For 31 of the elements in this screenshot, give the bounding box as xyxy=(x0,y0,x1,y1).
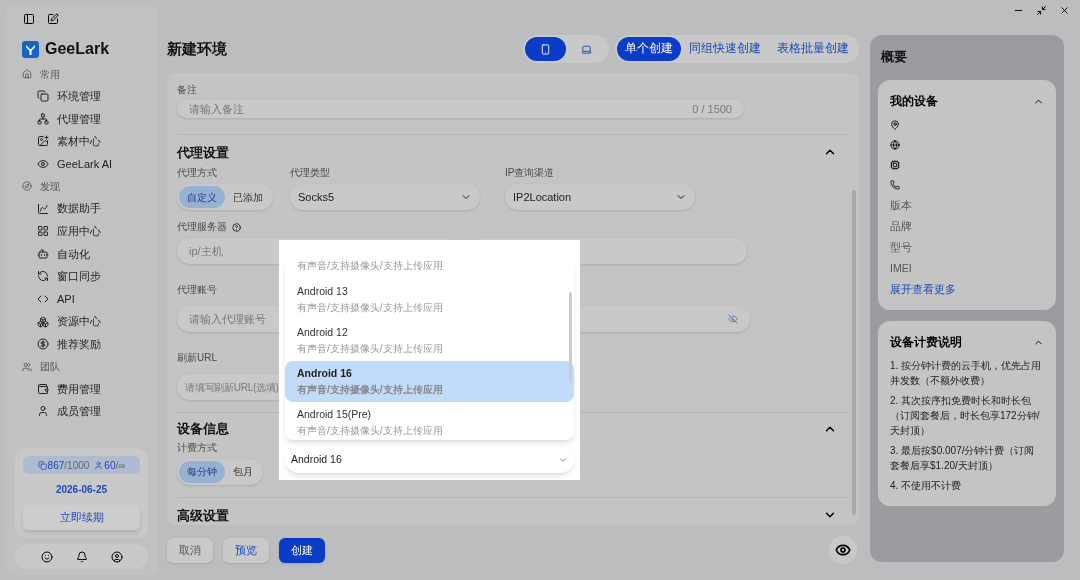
member-count: 60/∞ xyxy=(94,457,126,473)
field-label: 代理方式 xyxy=(177,168,218,178)
section-title: 代理设置 xyxy=(177,143,229,162)
billing-note: 3. 最后按$0.007/分钟计费（订阅套餐后享$1.20/天封顶） xyxy=(890,444,1036,473)
device-field-label: IMEI xyxy=(890,260,913,276)
section-label: 团队 xyxy=(40,360,60,375)
field-label: IP查询渠道 xyxy=(505,168,556,178)
page-title: 新建环境 xyxy=(167,38,228,59)
billing-note: 4. 不使用不计费 xyxy=(890,479,963,493)
field-label: 代理账号 xyxy=(177,284,217,295)
expiry-date: 2026-06-25 xyxy=(55,483,108,497)
device-field-label: 版本 xyxy=(890,197,913,213)
card-title: 我的设备 xyxy=(890,93,938,109)
billing-note: 2. 其次按序扣免费时长和时长包（订阅套餐后，时长包享172分钟/天封顶） xyxy=(890,394,1041,438)
field-label: 代理服务器 xyxy=(177,222,227,232)
field-label: 计费方式 xyxy=(177,442,218,453)
device-field-label: 型号 xyxy=(890,239,913,255)
field-label: 代理类型 xyxy=(290,168,331,178)
char-counter: 0 / 1500 xyxy=(692,101,732,117)
device-count: 867/1000 xyxy=(37,457,90,473)
field-label: 备注 xyxy=(177,85,198,95)
brand-name: GeeLark xyxy=(45,39,110,59)
section-title: 设备信息 xyxy=(177,420,229,438)
section-label: 发现 xyxy=(40,179,60,194)
panel-title: 概要 xyxy=(881,48,908,66)
card-title: 设备计费说明 xyxy=(890,334,962,350)
section-title: 高级设置 xyxy=(177,506,229,525)
billing-note: 1. 按分钟计费的云手机，优先占用并发数（不额外收费） xyxy=(890,359,1043,388)
device-field-label: 品牌 xyxy=(890,218,913,234)
section-label: 常用 xyxy=(40,67,60,82)
field-label: 刷新URL xyxy=(177,352,217,363)
